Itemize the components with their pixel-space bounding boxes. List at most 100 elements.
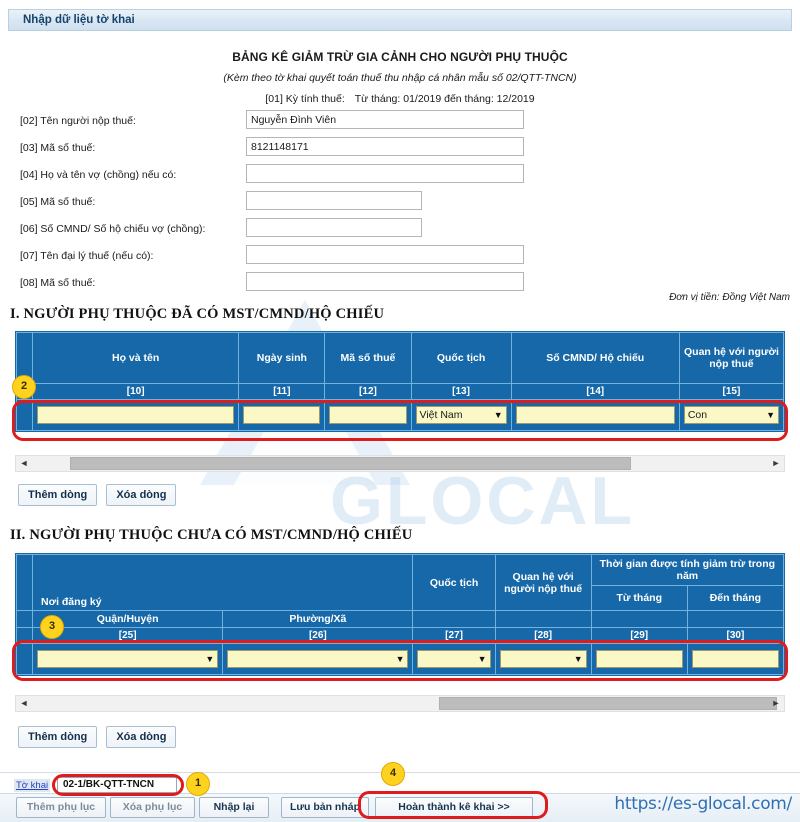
table-2-row-index [21,650,28,668]
select-quan-he-2[interactable]: ▼ [499,650,587,668]
field-input[interactable] [246,191,422,210]
table-1-buttons: Thêm dòng Xóa dòng [18,484,182,506]
field-row: [05] Mã số thuế: [0,191,800,218]
table-1-cell-ngay-sinh [238,399,326,431]
field-label: [04] Họ và tên vợ (chồng) nếu có: [20,169,177,181]
field-input[interactable] [246,137,524,156]
table-1-column-code: [14] [510,383,680,400]
input-ma-so-thue-npt[interactable] [329,406,407,424]
luu-ban-nhap-button[interactable]: Lưu bản nháp [281,797,369,818]
window-title: Nhập dữ liệu tờ khai [23,14,135,26]
section-1-heading: I. NGƯỜI PHỤ THUỘC ĐÃ CÓ MST/CMND/HỘ CHI… [10,306,385,322]
table-2-cell-quan-he: ▼ [494,643,592,675]
input-ho-va-ten[interactable] [37,406,235,424]
table-1-column-header: Quan hệ với người nộp thuế [678,332,785,384]
table-1-data-row: Việt Nam ▼ Con ▼ [15,399,785,431]
to-khai-link[interactable]: Tờ khai [14,779,51,792]
field-input[interactable] [246,164,524,183]
nhap-lai-button[interactable]: Nhập lại [199,797,269,818]
table-1-header-row: Họ và tên Ngày sinh Mã số thuế Quốc tịch Số … [15,332,785,384]
table-2-subheader-blank-1 [412,610,496,628]
delete-row-button-2[interactable]: Xóa dòng [106,726,177,748]
table-1-horizontal-scrollbar[interactable]: ◄ ► [15,455,785,472]
field-row: [02] Tên người nộp thuế: [0,110,800,137]
input-den-thang[interactable] [691,650,779,668]
table-2-header-quoc-tich: Quốc tịch [412,554,496,611]
select-quoc-tich-1[interactable]: Việt Nam ▼ [415,406,507,424]
field-label: [03] Mã số thuế: [20,142,96,154]
document-title: BẢNG KÊ GIẢM TRỪ GIA CẢNH CHO NGƯỜI PHỤ … [232,50,568,64]
chevron-down-icon: ▼ [205,654,215,664]
table-1-code-row: [10] [11] [12] [13] [14] [15] [15,383,785,400]
table-2-column-code: [29] [590,627,688,644]
step-badge-1: 1 [186,772,210,796]
select-quoc-tich-1-value: Việt Nam [419,409,463,421]
table-1-row-index-cell [15,399,34,431]
table-2-subheader-row: Quận/Huyện Phường/Xã [15,610,785,628]
table-2-column-code: [30] [686,627,785,644]
table-1-column-header: Mã số thuế [324,332,412,384]
table-2-buttons: Thêm dòng Xóa dòng [18,726,182,748]
table-2-subheader-blank-3 [590,610,688,628]
input-so-cmnd[interactable] [515,406,675,424]
delete-row-button-1[interactable]: Xóa dòng [106,484,177,506]
chevron-down-icon: ▼ [766,410,775,420]
select-quan-huyen[interactable]: ▼ [37,650,219,668]
section-2-heading: II. NGƯỜI PHỤ THUỘC CHƯA CÓ MST/CMND/HỘ … [10,527,413,543]
table-1-grid: Họ và tên Ngày sinh Mã số thuế Quốc tịch Số … [15,332,785,431]
field-input[interactable] [246,272,524,291]
chevron-down-icon: ▼ [395,654,405,664]
hoan-thanh-ke-khai-button[interactable]: Hoàn thành kê khai >> [375,797,533,818]
field-label: [08] Mã số thuế: [20,277,96,289]
table-1-cell-so-cmnd [510,399,680,431]
to-khai-code-field[interactable]: 02-1/BK-QTT-TNCN [57,777,177,793]
select-quoc-tich-2[interactable]: ▼ [417,650,491,668]
field-row: [03] Mã số thuế: [0,137,800,164]
input-tu-thang[interactable] [595,650,683,668]
table-1-column-code: [15] [678,383,785,400]
scroll-right-arrow-icon[interactable]: ► [768,696,784,711]
table-2-code-row: [25] [26] [27] [28] [29] [30] [15,627,785,644]
xoa-phu-luc-button[interactable]: Xóa phụ lục [110,797,195,818]
table-1-cell-quoc-tich: Việt Nam ▼ [410,399,512,431]
table-2-row-index-cell [15,643,34,675]
table-2-column-code: [27] [412,627,496,644]
add-row-button-1[interactable]: Thêm dòng [18,484,98,506]
select-phuong-xa[interactable]: ▼ [227,650,409,668]
field-row: [04] Họ và tên vợ (chồng) nếu có: [0,164,800,191]
table-2-horizontal-scrollbar[interactable]: ◄ ► [15,695,785,712]
table-2-index-code [15,627,34,644]
table-2-data-row: ▼ ▼ ▼ ▼ [15,643,785,675]
field-label: [05] Mã số thuế: [20,196,96,208]
table-2-group-row-1: Nơi đăng ký Quốc tịch Quan hệ với người … [15,554,785,611]
table-1-row-index [21,406,28,424]
chevron-down-icon: ▼ [477,654,487,664]
table-2-group-noi-dang-ky: Nơi đăng ký [32,554,414,611]
field-input[interactable] [246,245,524,264]
scroll-thumb[interactable] [70,457,631,470]
select-quan-he-1-value: Con [687,409,708,421]
taxpayer-fields: [02] Tên người nộp thuế: [03] Mã số thuế:… [0,110,800,299]
table-1-column-code: [12] [324,383,412,400]
select-quan-he-1[interactable]: Con ▼ [683,406,779,424]
table-2-index-header [15,554,34,611]
table-2-header-phuong-xa: Phường/Xã [222,610,414,628]
field-input[interactable] [246,218,422,237]
window-title-bar: Nhập dữ liệu tờ khai [8,9,792,31]
dependents-with-id-table: Họ và tên Ngày sinh Mã số thuế Quốc tịch Số … [15,331,785,432]
table-2-group-thoi-gian: Thời gian được tính giảm trừ trong năm [590,554,785,586]
chevron-down-icon: ▼ [493,410,503,420]
scroll-left-arrow-icon[interactable]: ◄ [16,696,32,711]
table-2-subheader-blank-2 [494,610,592,628]
them-phu-luc-button[interactable]: Thêm phụ lục [16,797,106,818]
table-1-cell-quan-he: Con ▼ [678,399,785,431]
scroll-right-arrow-icon[interactable]: ► [768,456,784,471]
scroll-thumb[interactable] [438,697,777,710]
input-ngay-sinh[interactable] [243,406,321,424]
add-row-button-2[interactable]: Thêm dòng [18,726,98,748]
step-badge-4: 4 [381,762,405,786]
scroll-left-arrow-icon[interactable]: ◄ [16,456,32,471]
table-1-column-code: [13] [410,383,512,400]
document-header: BẢNG KÊ GIẢM TRỪ GIA CẢNH CHO NGƯỜI PHỤ … [0,34,800,105]
field-input[interactable] [246,110,524,129]
